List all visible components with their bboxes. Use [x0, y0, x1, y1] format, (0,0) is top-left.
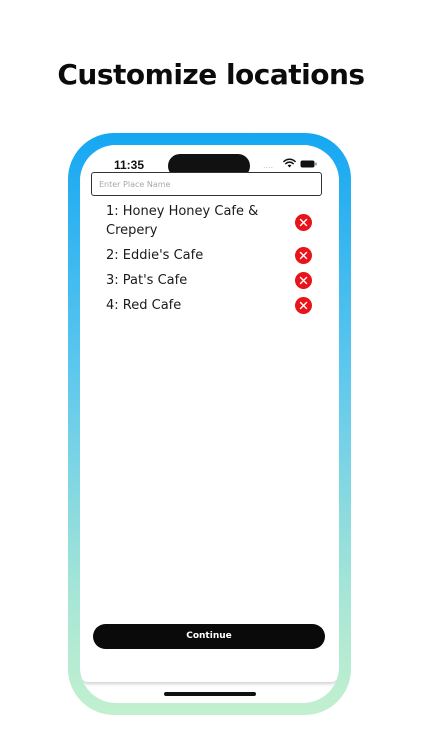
battery-icon	[300, 160, 317, 168]
delete-location-button[interactable]	[295, 214, 312, 231]
close-icon	[299, 251, 308, 260]
location-label: 4: Red Cafe	[106, 298, 182, 313]
home-indicator	[164, 692, 256, 696]
close-icon	[299, 301, 308, 310]
wifi-icon	[283, 158, 296, 168]
location-label: 3: Pat's Cafe	[106, 273, 188, 288]
phone-frame: 11:35 .... 1: Honey Honey Cafe & Crepery	[68, 133, 351, 715]
phone-screen: 11:35 .... 1: Honey Honey Cafe & Crepery	[80, 145, 339, 703]
signal-icon: ....	[263, 161, 274, 170]
delete-location-button[interactable]	[295, 272, 312, 289]
location-label: 2: Eddie's Cafe	[106, 248, 204, 263]
place-name-input[interactable]	[91, 172, 322, 196]
close-icon	[299, 276, 308, 285]
page-headline: Customize locations	[57, 58, 365, 91]
app-card: 11:35 .... 1: Honey Honey Cafe & Crepery	[80, 145, 339, 682]
close-icon	[299, 218, 308, 227]
delete-location-button[interactable]	[295, 247, 312, 264]
status-time: 11:35	[114, 158, 145, 172]
location-label: 1: Honey Honey Cafe & Crepery	[106, 204, 259, 238]
continue-button[interactable]: Continue	[93, 624, 325, 649]
delete-location-button[interactable]	[295, 297, 312, 314]
